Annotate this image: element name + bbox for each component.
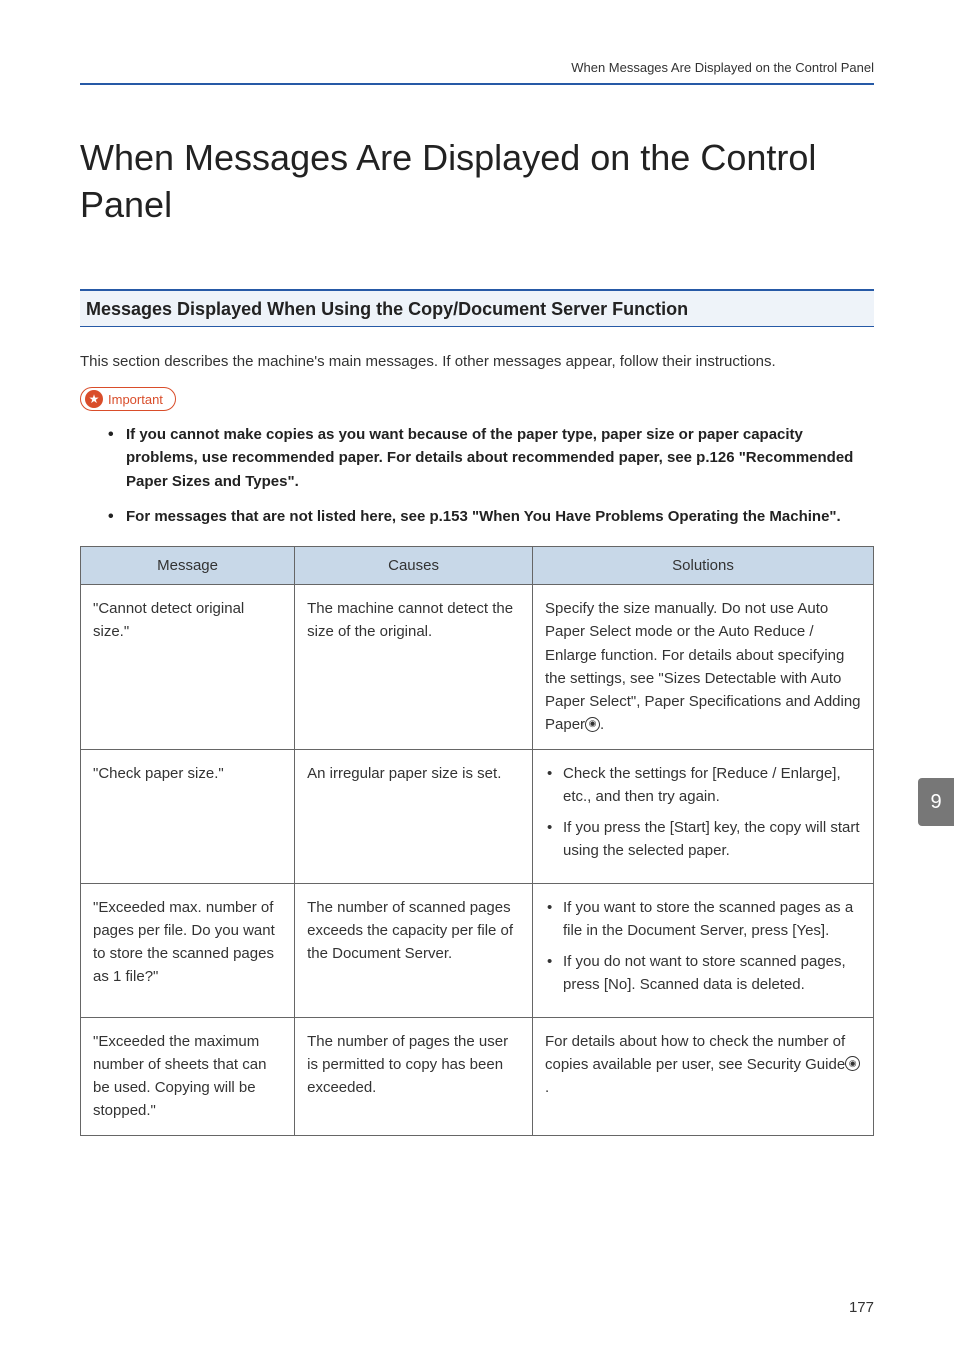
table-row: "Cannot detect original size." The machi… bbox=[81, 585, 874, 750]
cd-icon: ◉ bbox=[585, 717, 600, 732]
solution-suffix: . bbox=[600, 716, 604, 733]
col-header-message: Message bbox=[81, 547, 295, 585]
cell-solutions: Specify the size manually. Do not use Au… bbox=[533, 585, 874, 750]
star-icon: ★ bbox=[85, 390, 103, 408]
cell-causes: The number of pages the user is permitte… bbox=[295, 1017, 533, 1135]
page-number: 177 bbox=[849, 1299, 874, 1316]
cell-solutions: For details about how to check the numbe… bbox=[533, 1017, 874, 1135]
important-item: If you cannot make copies as you want be… bbox=[108, 423, 874, 493]
header-rule bbox=[80, 83, 874, 85]
section-intro: This section describes the machine's mai… bbox=[80, 351, 874, 374]
cell-solutions: Check the settings for [Reduce / Enlarge… bbox=[533, 749, 874, 883]
solution-bullet: If you do not want to store scanned page… bbox=[545, 950, 861, 997]
cell-causes: The machine cannot detect the size of th… bbox=[295, 585, 533, 750]
important-badge: ★ Important bbox=[80, 387, 176, 411]
important-list: If you cannot make copies as you want be… bbox=[80, 423, 874, 528]
cell-causes: An irregular paper size is set. bbox=[295, 749, 533, 883]
cd-icon: ◉ bbox=[845, 1056, 860, 1071]
table-row: "Exceeded the maximum number of sheets t… bbox=[81, 1017, 874, 1135]
page-title: When Messages Are Displayed on the Contr… bbox=[80, 135, 874, 229]
section-heading: Messages Displayed When Using the Copy/D… bbox=[80, 299, 874, 320]
table-row: "Check paper size." An irregular paper s… bbox=[81, 749, 874, 883]
solution-text: For details about how to check the numbe… bbox=[545, 1033, 845, 1073]
table-row: "Exceeded max. number of pages per file.… bbox=[81, 883, 874, 1017]
cell-message: "Cannot detect original size." bbox=[81, 585, 295, 750]
important-item: For messages that are not listed here, s… bbox=[108, 505, 874, 528]
running-head: When Messages Are Displayed on the Contr… bbox=[80, 60, 874, 75]
cell-message: "Exceeded the maximum number of sheets t… bbox=[81, 1017, 295, 1135]
cell-message: "Check paper size." bbox=[81, 749, 295, 883]
solution-bullets: Check the settings for [Reduce / Enlarge… bbox=[545, 762, 861, 863]
messages-table: Message Causes Solutions "Cannot detect … bbox=[80, 546, 874, 1136]
important-label: Important bbox=[108, 392, 163, 407]
solution-text: Specify the size manually. Do not use Au… bbox=[545, 600, 861, 733]
chapter-tab: 9 bbox=[918, 778, 954, 826]
table-header-row: Message Causes Solutions bbox=[81, 547, 874, 585]
cell-causes: The number of scanned pages exceeds the … bbox=[295, 883, 533, 1017]
cell-solutions: If you want to store the scanned pages a… bbox=[533, 883, 874, 1017]
solution-bullet: If you want to store the scanned pages a… bbox=[545, 896, 861, 943]
section-heading-wrapper: Messages Displayed When Using the Copy/D… bbox=[80, 289, 874, 327]
solution-bullet: Check the settings for [Reduce / Enlarge… bbox=[545, 762, 861, 809]
col-header-solutions: Solutions bbox=[533, 547, 874, 585]
solution-bullet: If you press the [Start] key, the copy w… bbox=[545, 816, 861, 863]
cell-message: "Exceeded max. number of pages per file.… bbox=[81, 883, 295, 1017]
solution-suffix: . bbox=[545, 1079, 549, 1096]
col-header-causes: Causes bbox=[295, 547, 533, 585]
solution-bullets: If you want to store the scanned pages a… bbox=[545, 896, 861, 997]
